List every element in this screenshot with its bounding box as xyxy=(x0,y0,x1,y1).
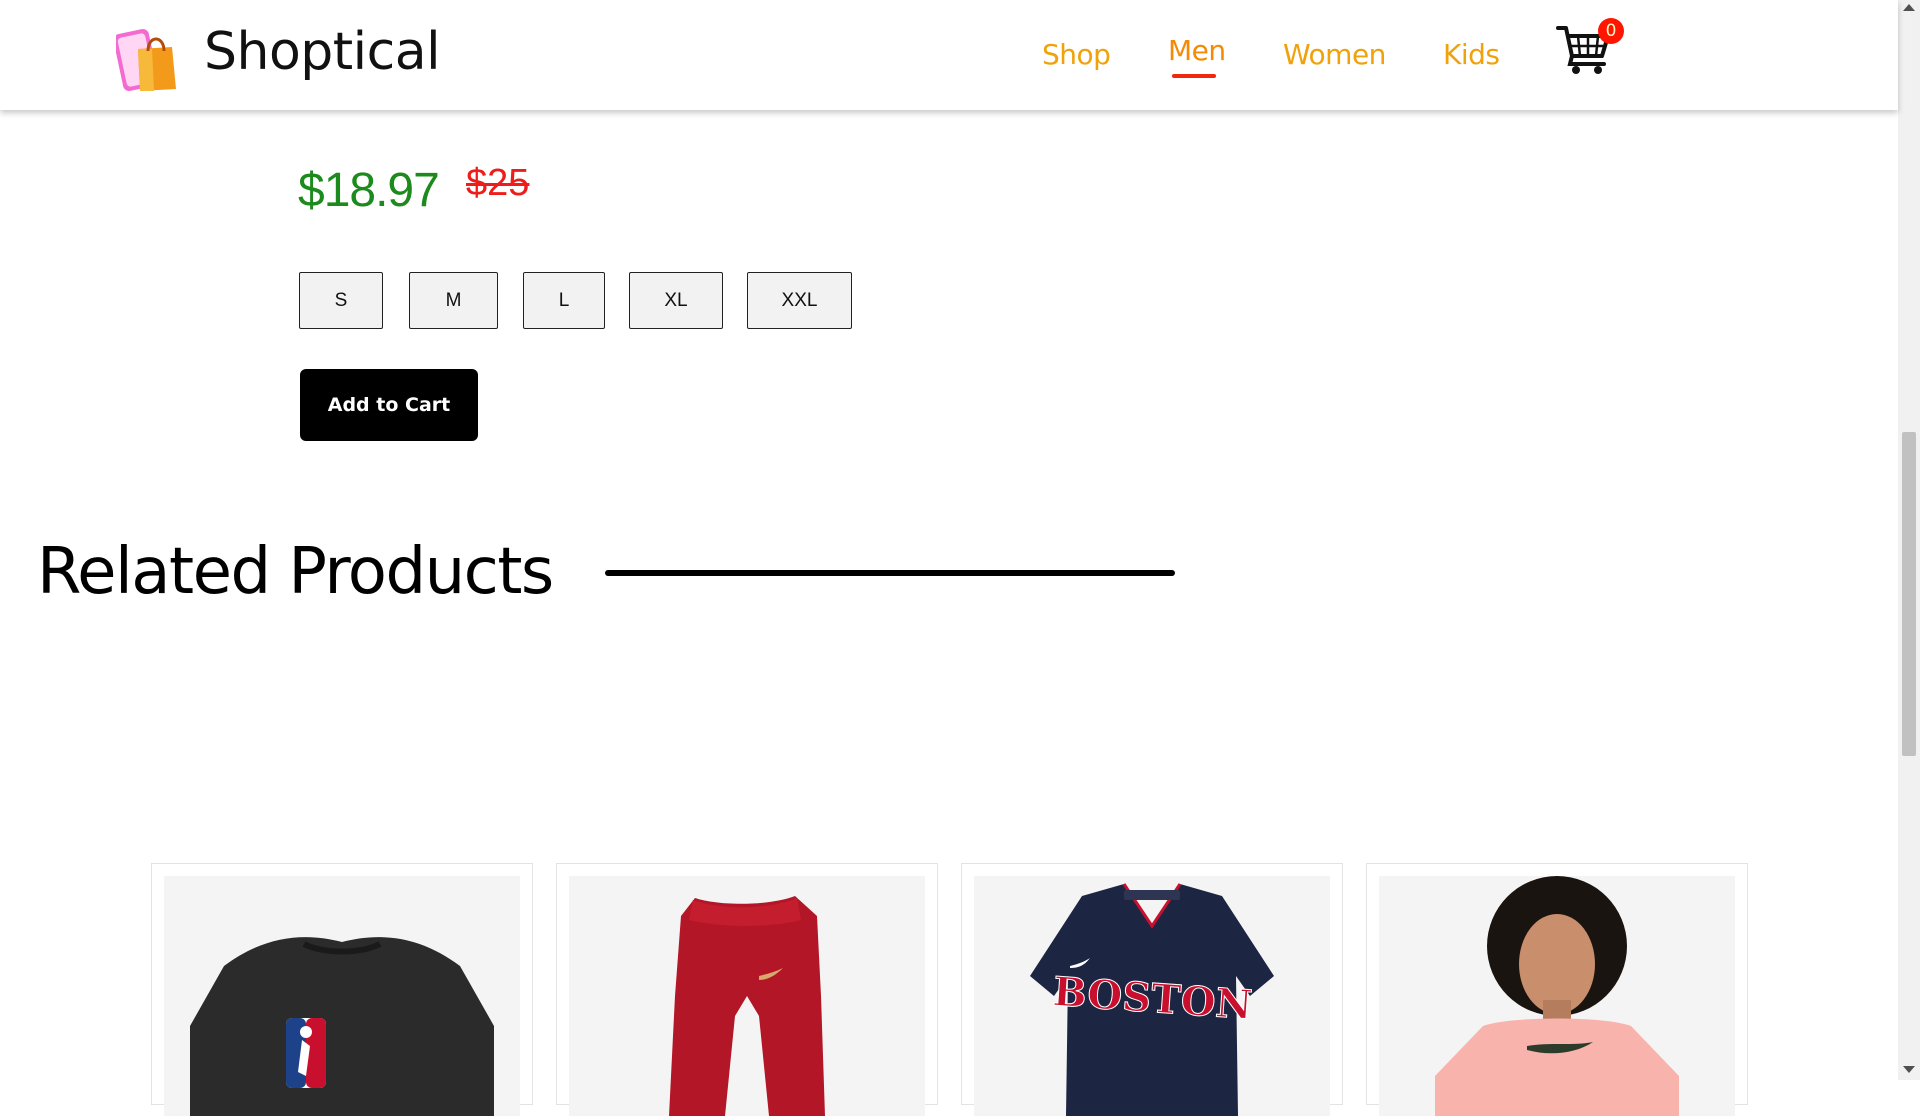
nav-kids[interactable]: Kids xyxy=(1443,38,1500,71)
size-button-l[interactable]: L xyxy=(523,272,605,329)
vertical-scrollbar[interactable] xyxy=(1898,0,1920,1080)
size-button-xxl[interactable]: XXL xyxy=(747,272,852,329)
shopping-bag-logo-icon[interactable] xyxy=(113,25,180,95)
heading-divider xyxy=(605,570,1175,576)
scrollbar-thumb[interactable] xyxy=(1902,432,1916,756)
site-header: Shoptical Shop Men Women Kids 0 xyxy=(0,0,1898,110)
related-product-card[interactable] xyxy=(151,863,533,1116)
product-old-price: $25 xyxy=(466,162,530,204)
nav-active-underline xyxy=(1172,74,1216,78)
navy-boston-jersey-image[interactable]: BOSTON xyxy=(974,876,1330,1116)
brand-name[interactable]: Shoptical xyxy=(204,22,441,82)
size-button-xl[interactable]: XL xyxy=(629,272,723,329)
scroll-up-arrow-icon[interactable] xyxy=(1903,4,1915,11)
nav-shop[interactable]: Shop xyxy=(1042,38,1111,71)
nav-women[interactable]: Women xyxy=(1283,38,1386,71)
add-to-cart-button[interactable]: Add to Cart xyxy=(300,369,478,441)
related-product-card[interactable] xyxy=(1366,863,1748,1116)
size-button-s[interactable]: S xyxy=(299,272,383,329)
nav-men[interactable]: Men xyxy=(1168,34,1226,67)
cart-count-badge: 0 xyxy=(1598,18,1624,44)
related-products-heading: Related Products xyxy=(37,535,554,609)
pink-tshirt-model-image[interactable] xyxy=(1379,876,1735,1116)
black-nba-tshirt-image[interactable] xyxy=(164,876,520,1116)
related-product-card[interactable] xyxy=(556,863,938,1116)
product-price: $18.97 xyxy=(298,164,440,217)
scroll-down-arrow-icon[interactable] xyxy=(1903,1066,1915,1073)
red-leggings-image[interactable] xyxy=(569,876,925,1116)
related-product-card[interactable]: BOSTON xyxy=(961,863,1343,1116)
size-button-m[interactable]: M xyxy=(409,272,498,329)
